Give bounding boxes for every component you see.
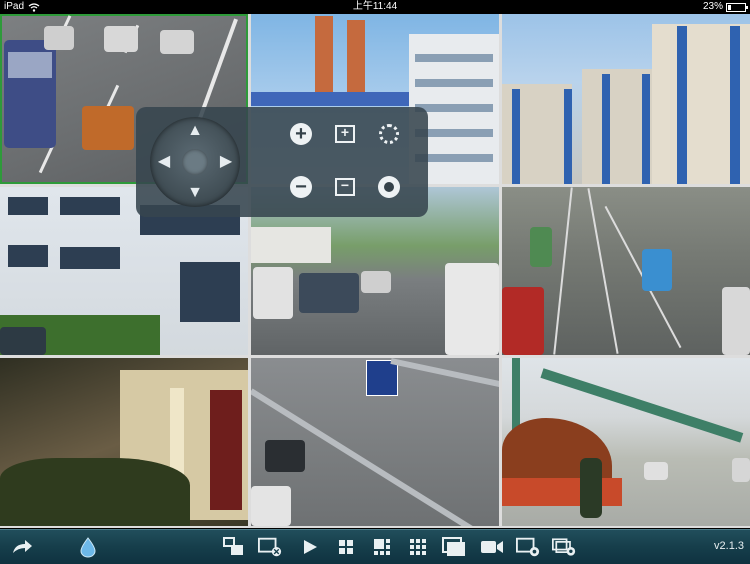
iris-close-icon xyxy=(378,176,400,198)
pan-down-icon[interactable]: ▼ xyxy=(187,185,203,201)
playback-icon[interactable] xyxy=(552,535,576,559)
ptz-joystick[interactable]: ▲ ▼ ◀ ▶ xyxy=(150,117,240,207)
battery-icon xyxy=(726,3,748,12)
camera-6[interactable] xyxy=(502,187,750,355)
close-video-icon[interactable] xyxy=(258,535,282,559)
iris-close-button[interactable] xyxy=(376,174,402,200)
bottom-toolbar: v2.1.3 xyxy=(0,529,750,564)
fullscreen-icon[interactable] xyxy=(442,535,466,559)
camera-grid xyxy=(0,14,750,528)
pan-right-icon[interactable]: ▶ xyxy=(218,154,234,170)
back-arrow-icon[interactable] xyxy=(10,535,34,559)
iris-open-icon xyxy=(379,124,399,144)
play-icon[interactable] xyxy=(298,535,322,559)
app-version: v2.1.3 xyxy=(714,540,744,552)
camera-3[interactable] xyxy=(502,14,750,184)
pan-up-icon[interactable]: ▲ xyxy=(187,123,203,139)
focus-in-icon: + xyxy=(335,124,355,143)
focus-out-button[interactable]: − xyxy=(332,174,358,200)
camera-8[interactable] xyxy=(251,358,499,526)
status-bar: iPad 上午11:44 23% xyxy=(0,0,750,14)
camera-9[interactable] xyxy=(502,358,750,526)
focus-in-button[interactable]: + xyxy=(332,121,358,147)
pan-left-icon[interactable]: ◀ xyxy=(156,154,172,170)
multi-view-icon[interactable] xyxy=(222,535,246,559)
zoom-out-icon: − xyxy=(290,176,312,198)
ptz-control-panel: ▲ ▼ ◀ ▶ + + − − xyxy=(136,107,428,217)
zoom-out-button[interactable]: − xyxy=(288,174,314,200)
joystick-center[interactable] xyxy=(182,149,208,175)
battery-percent: 23% xyxy=(702,1,723,12)
grid-6-icon[interactable] xyxy=(370,535,394,559)
iris-open-button[interactable] xyxy=(376,121,402,147)
record-icon[interactable] xyxy=(480,535,504,559)
zoom-in-button[interactable]: + xyxy=(288,121,314,147)
clock: 上午11:44 xyxy=(352,1,398,12)
zoom-in-icon: + xyxy=(290,123,312,145)
focus-out-icon: − xyxy=(335,177,355,196)
drop-icon[interactable] xyxy=(76,535,100,559)
grid-9-icon[interactable] xyxy=(406,535,430,559)
snapshot-icon[interactable] xyxy=(516,535,540,559)
grid-4-icon[interactable] xyxy=(334,535,358,559)
camera-7[interactable] xyxy=(0,358,248,526)
